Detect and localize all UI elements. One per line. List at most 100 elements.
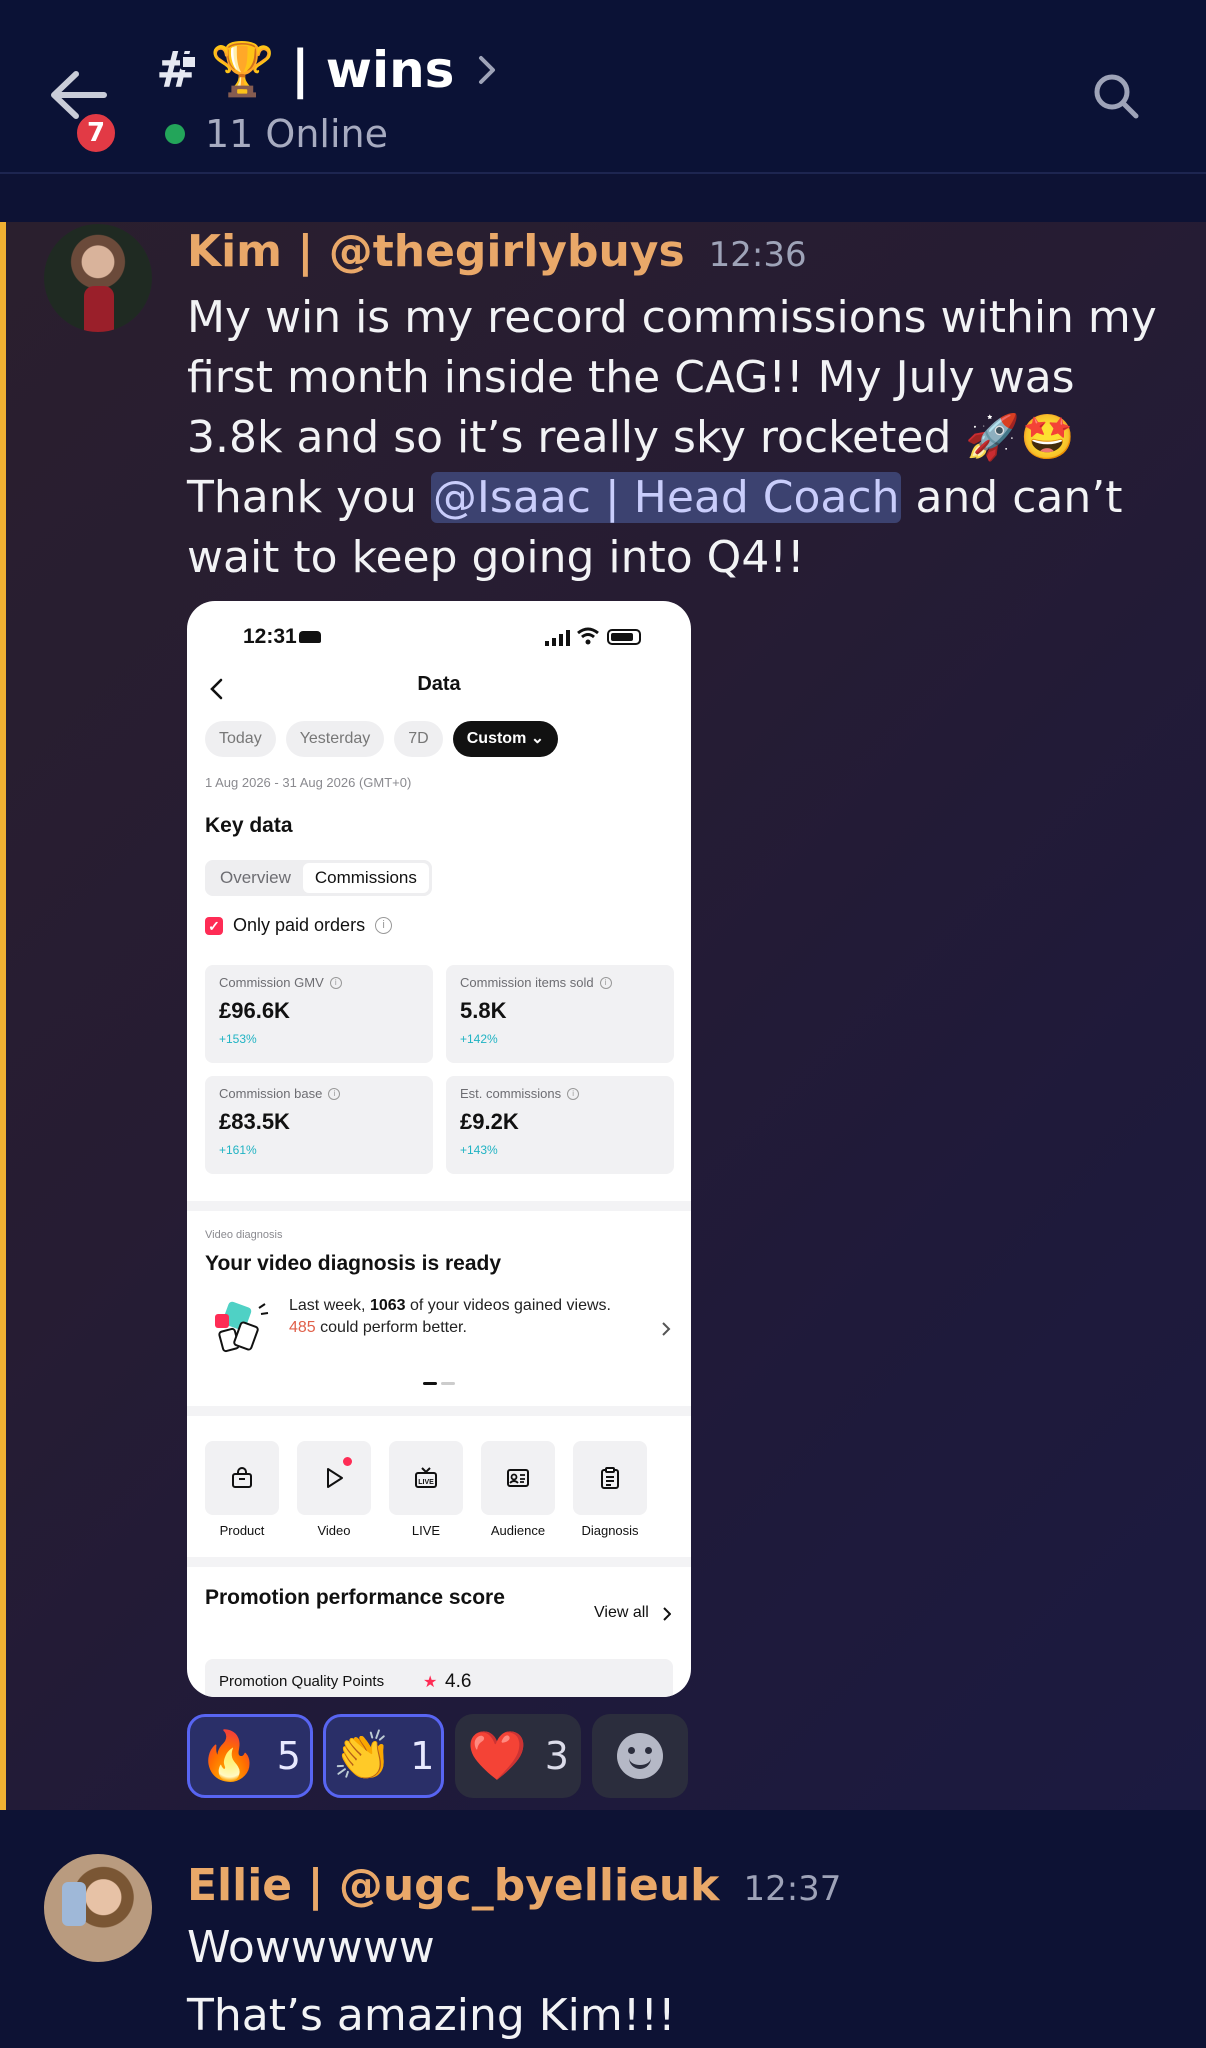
date-range: 1 Aug 2026 - 31 Aug 2026 (GMT+0) [205, 775, 412, 790]
pqp-value: 4.6 [445, 1671, 472, 1692]
tool-live[interactable]: LIVE LIVE [389, 1441, 463, 1538]
promotion-quality-row[interactable]: Promotion Quality Points ★ 4.6 [205, 1659, 673, 1697]
metric-card[interactable]: Commission items sold i 5.8K +142% [446, 965, 674, 1063]
video-diagnosis-illustration-icon [215, 1301, 269, 1353]
highlight-bar [0, 222, 6, 1810]
info-icon[interactable]: i [375, 917, 393, 934]
tool-label: Product [219, 1523, 265, 1538]
paid-orders-label: Only paid orders [233, 915, 366, 935]
chip-yesterday[interactable]: Yesterday [285, 721, 385, 757]
section-title: Promotion performance score [205, 1586, 505, 1609]
video-diagnosis-text: Last week, 1063 of your videos gained vi… [289, 1295, 619, 1339]
section-title: Your video diagnosis is ready [205, 1252, 502, 1275]
tool-label: Diagnosis [581, 1523, 639, 1538]
star-icon: ★ [423, 1674, 438, 1691]
metric-delta: +142% [460, 1032, 498, 1046]
reaction-count: 1 [410, 1734, 435, 1778]
section-kicker: Video diagnosis [205, 1229, 283, 1241]
metric-label: Commission base [219, 1086, 323, 1101]
chip-today[interactable]: Today [205, 721, 276, 757]
reaction-fire[interactable]: 🔥 5 [187, 1714, 313, 1798]
metric-delta: +143% [460, 1143, 498, 1157]
trophy-icon: 🏆 [210, 40, 275, 100]
chip-custom[interactable]: Custom ⌄ [452, 721, 559, 757]
chevron-right-icon [479, 56, 496, 84]
video-count: 1063 [369, 1297, 406, 1314]
metric-label: Est. commissions [460, 1086, 562, 1101]
online-count: 11 Online [205, 112, 389, 156]
section-divider [187, 1406, 691, 1416]
timestamp: 12:37 [743, 1869, 842, 1909]
unread-badge: 7 [73, 110, 119, 156]
notification-dot [343, 1457, 352, 1466]
text-part: Last week, [289, 1297, 370, 1314]
avatar[interactable] [44, 1854, 152, 1962]
tool-diagnosis[interactable]: Diagnosis [573, 1441, 647, 1538]
info-icon: i [567, 1087, 580, 1100]
online-dot-icon [165, 124, 185, 144]
signal-icon [545, 630, 570, 646]
avatar[interactable] [44, 224, 152, 332]
metric-value: £96.6K [219, 998, 290, 1023]
search-icon [1094, 74, 1139, 119]
metric-value: £83.5K [219, 1109, 290, 1134]
tab-commissions[interactable]: Commissions [302, 863, 429, 893]
channel-name: wins [325, 41, 455, 99]
date-filter-chips: Today Yesterday 7D Custom ⌄ [205, 721, 559, 757]
chip-7d[interactable]: 7D [394, 721, 443, 757]
channel-header: 7 # 🏆 | wins 11 Online [0, 0, 1206, 174]
clapping-hands-icon: 👏 [332, 1728, 393, 1784]
paid-orders-toggle[interactable]: ✓ Only paid orders i [205, 915, 393, 936]
phone-status-bar: 12:31 [187, 601, 691, 675]
metric-card[interactable]: Commission base i £83.5K +161% [205, 1076, 433, 1174]
metric-label: Commission items sold [460, 975, 594, 990]
section-title: Key data [205, 814, 293, 837]
tool-product[interactable]: Product [205, 1441, 279, 1538]
author-name[interactable]: Ellie | @ugc_byellieuk [187, 1860, 719, 1911]
clipboard-icon [601, 1467, 619, 1489]
metric-label: Commission GMV [219, 975, 324, 990]
locked-channel-hash-icon: # [156, 41, 198, 99]
heart-icon: ❤️ [467, 1728, 527, 1784]
attached-image[interactable]: 12:31 Data Today Yesterday 7D Custom ⌄ 1… [187, 601, 691, 1697]
reaction-heart[interactable]: ❤️ 3 [455, 1714, 581, 1798]
chevron-right-icon[interactable] [661, 1321, 671, 1337]
metric-card[interactable]: Commission GMV i £96.6K +153% [205, 965, 433, 1063]
add-reaction-button[interactable] [592, 1714, 688, 1798]
info-icon: i [599, 976, 612, 989]
search-button[interactable] [1092, 72, 1140, 120]
metric-delta: +161% [219, 1143, 257, 1157]
tool-video[interactable]: Video [297, 1441, 371, 1538]
live-tv-icon: LIVE [415, 1467, 437, 1488]
metric-card[interactable]: Est. commissions i £9.2K +143% [446, 1076, 674, 1174]
message-text: My win is my record commissions within m… [187, 288, 1167, 588]
improvable-count: 485 [289, 1319, 316, 1336]
author-name[interactable]: Kim | @thegirlybuys [187, 226, 685, 277]
reaction-count: 3 [544, 1734, 569, 1778]
wifi-icon [577, 627, 599, 645]
section-divider [187, 1557, 691, 1567]
message-text: That’s amazing Kim!!! [187, 1990, 676, 2041]
channel-title[interactable]: # 🏆 | wins [156, 34, 498, 106]
battery-icon [607, 629, 641, 645]
data-tabs: Overview Commissions [205, 860, 432, 896]
message-header: Ellie | @ugc_byellieuk 12:37 [187, 1860, 841, 1911]
message-header: Kim | @thegirlybuys 12:36 [187, 226, 807, 277]
svg-text:LIVE: LIVE [418, 1479, 434, 1486]
reaction-clap[interactable]: 👏 1 [323, 1714, 444, 1798]
info-icon: i [328, 1087, 341, 1100]
view-all-link[interactable]: View all [594, 1604, 649, 1622]
car-icon [299, 631, 321, 643]
tool-label: LIVE [411, 1523, 441, 1538]
title-separator: | [290, 40, 310, 100]
page-title: Data [417, 673, 461, 695]
metric-value: £9.2K [460, 1109, 519, 1134]
tab-overview[interactable]: Overview [208, 863, 303, 893]
tool-audience[interactable]: Audience [481, 1441, 555, 1538]
chevron-down-icon: ⌄ [530, 730, 545, 747]
checkbox-checked-icon[interactable]: ✓ [205, 916, 223, 935]
text-part: could perform better. [315, 1319, 467, 1336]
chevron-right-icon [663, 1607, 671, 1621]
user-mention[interactable]: @Isaac | Head Coach [430, 472, 902, 523]
carousel-dots [423, 1382, 455, 1385]
